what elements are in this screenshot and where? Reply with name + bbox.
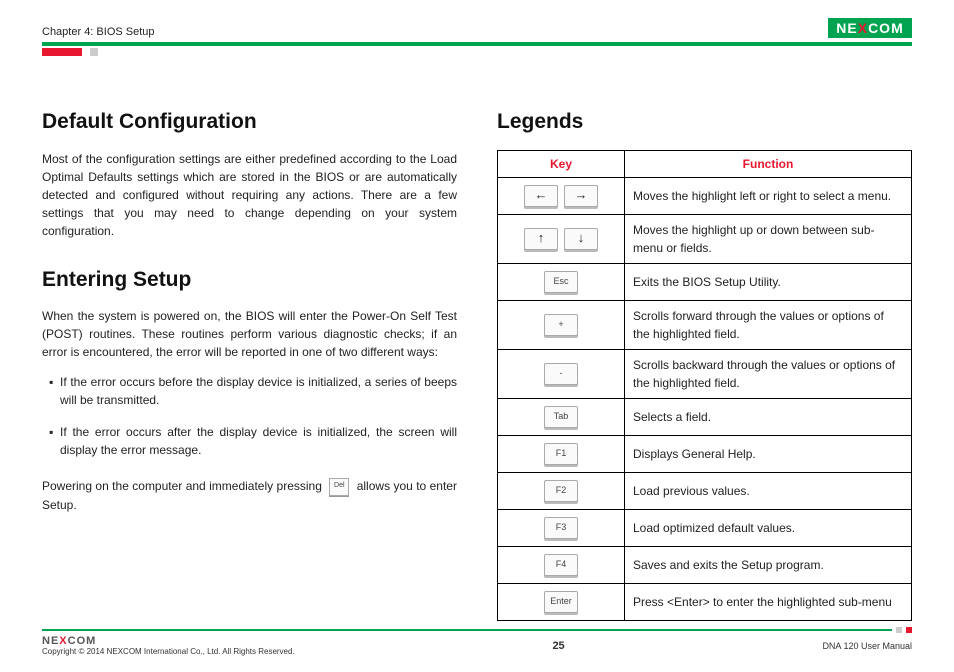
function-cell: Press <Enter> to enter the highlighted s… <box>625 583 912 620</box>
paragraph-entering-setup: When the system is powered on, the BIOS … <box>42 307 457 361</box>
table-row: F4 Saves and exits the Setup program. <box>498 546 912 583</box>
th-key: Key <box>498 150 625 177</box>
function-cell: Moves the highlight up or down between s… <box>625 214 912 263</box>
key-cell: + <box>498 300 625 349</box>
function-cell: Saves and exits the Setup program. <box>625 546 912 583</box>
keycap-icon: + <box>544 314 578 336</box>
brand-part: COM <box>68 635 97 647</box>
paragraph-del-key: Powering on the computer and immediately… <box>42 477 457 514</box>
keycap-icon: F1 <box>544 443 578 465</box>
footer: NEXCOM Copyright © 2014 NEXCOM Internati… <box>42 627 912 656</box>
key-cell: F1 <box>498 435 625 472</box>
heading-legends: Legends <box>497 106 912 138</box>
function-cell: Scrolls backward through the values or o… <box>625 349 912 398</box>
key-cell: Tab <box>498 398 625 435</box>
footer-brand-logo: NEXCOM <box>42 635 96 647</box>
manual-name: DNA 120 User Manual <box>822 641 912 651</box>
function-cell: Moves the highlight left or right to sel… <box>625 177 912 214</box>
logo-part-2: COM <box>868 20 904 36</box>
keycap-icon: - <box>544 363 578 385</box>
keycap-icon: F4 <box>544 554 578 576</box>
key-cell: Enter <box>498 583 625 620</box>
keycap-icon: F3 <box>544 517 578 539</box>
keycap-icon: F2 <box>544 480 578 502</box>
paragraph-default-config: Most of the configuration settings are e… <box>42 150 457 240</box>
keycap-icon: ↓ <box>564 228 598 250</box>
keycap-icon: ← <box>524 185 558 207</box>
key-cell: F3 <box>498 509 625 546</box>
table-row: Enter Press <Enter> to enter the highligh… <box>498 583 912 620</box>
key-cell: ↑↓ <box>498 214 625 263</box>
page-number: 25 <box>552 640 564 652</box>
decorative-square-icon <box>906 627 912 633</box>
table-row: ↑↓Moves the highlight up or down between… <box>498 214 912 263</box>
footer-left: NEXCOM Copyright © 2014 NEXCOM Internati… <box>42 635 295 656</box>
key-cell: ←→ <box>498 177 625 214</box>
table-row: Esc Exits the BIOS Setup Utility. <box>498 263 912 300</box>
key-cell: Esc <box>498 263 625 300</box>
decorative-square-icon <box>896 627 902 633</box>
function-cell: Selects a field. <box>625 398 912 435</box>
keycap-icon: Enter <box>544 591 578 613</box>
keycap-icon: Tab <box>544 406 578 428</box>
bullet-item: If the error occurs after the display de… <box>60 423 457 459</box>
key-cell: F2 <box>498 472 625 509</box>
logo-part-1: NE <box>836 20 857 36</box>
function-cell: Load optimized default values. <box>625 509 912 546</box>
del-key-icon: Del <box>329 478 349 496</box>
table-row: F1 Displays General Help. <box>498 435 912 472</box>
key-cell: F4 <box>498 546 625 583</box>
brand-logo: NEXCOM <box>828 18 912 38</box>
key-cell: - <box>498 349 625 398</box>
brand-x-icon: X <box>59 635 67 647</box>
table-row: F2 Load previous values. <box>498 472 912 509</box>
logo-x-icon: X <box>858 20 868 36</box>
text-fragment: Powering on the computer and immediately… <box>42 479 322 493</box>
copyright-text: Copyright © 2014 NEXCOM International Co… <box>42 647 295 656</box>
function-cell: Load previous values. <box>625 472 912 509</box>
th-function: Function <box>625 150 912 177</box>
left-column: Default Configuration Most of the config… <box>42 106 457 621</box>
function-cell: Exits the BIOS Setup Utility. <box>625 263 912 300</box>
table-row: F3 Load optimized default values. <box>498 509 912 546</box>
bullet-item: If the error occurs before the display d… <box>60 373 457 409</box>
keycap-icon: ↑ <box>524 228 558 250</box>
brand-part: NE <box>42 635 59 647</box>
function-cell: Displays General Help. <box>625 435 912 472</box>
keycap-icon: → <box>564 185 598 207</box>
table-row: - Scrolls backward through the values or … <box>498 349 912 398</box>
right-column: Legends Key Function ←→Moves the highlig… <box>497 106 912 621</box>
function-cell: Scrolls forward through the values or op… <box>625 300 912 349</box>
heading-default-config: Default Configuration <box>42 106 457 138</box>
table-row: Tab Selects a field. <box>498 398 912 435</box>
table-row: ←→Moves the highlight left or right to s… <box>498 177 912 214</box>
keycap-icon: Esc <box>544 271 578 293</box>
heading-entering-setup: Entering Setup <box>42 264 457 296</box>
legends-table: Key Function ←→Moves the highlight left … <box>497 150 912 621</box>
chapter-title: Chapter 4: BIOS Setup <box>42 26 155 38</box>
table-row: + Scrolls forward through the values or o… <box>498 300 912 349</box>
